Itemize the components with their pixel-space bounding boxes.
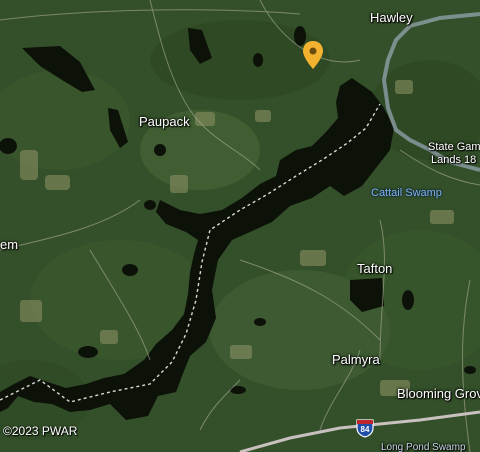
- interstate-shield: 84: [355, 418, 375, 438]
- label-state-game-lands-2: Lands 18: [431, 154, 477, 166]
- interstate-shield-number: 84: [360, 425, 370, 434]
- label-long-pond-swamp: Long Pond Swamp: [381, 442, 466, 452]
- label-palmyra: Palmyra: [332, 352, 380, 367]
- location-marker[interactable]: [302, 40, 324, 70]
- label-state-game-lands-1: State Gam: [428, 141, 480, 153]
- label-cattail-swamp: Cattail Swamp: [371, 187, 442, 199]
- map-pin-icon: [303, 41, 323, 69]
- satellite-imagery: [0, 0, 480, 452]
- label-hawley: Hawley: [370, 10, 413, 25]
- label-tafton: Tafton: [357, 261, 393, 276]
- satellite-map[interactable]: Hawley Paupack State Gam Lands 18 Cattai…: [0, 0, 480, 452]
- label-paupack: Paupack: [139, 114, 190, 129]
- label-blooming-grove: Blooming Grov: [397, 386, 480, 401]
- copyright-notice: ©2023 PWAR: [3, 424, 78, 438]
- label-west-edge: em: [0, 237, 19, 252]
